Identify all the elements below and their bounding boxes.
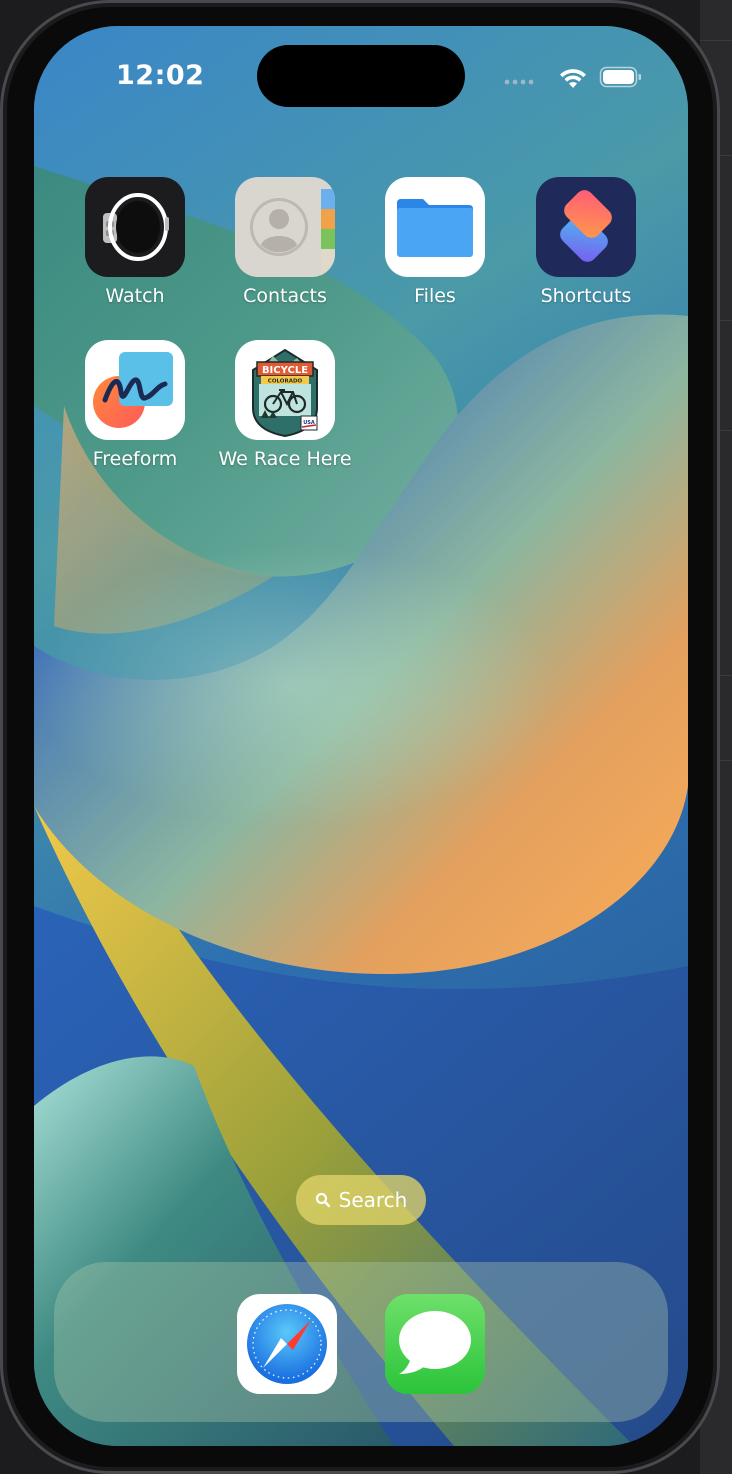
- app-label: Freeform: [92, 448, 178, 470]
- app-contacts[interactable]: Contacts: [210, 177, 360, 307]
- app-label: Contacts: [243, 285, 327, 307]
- dock: [54, 1262, 668, 1422]
- freeform-icon: [85, 340, 185, 440]
- app-files[interactable]: Files: [360, 177, 510, 307]
- home-screen: 12:02 Watch Contacts Files Shortcuts Fre…: [34, 26, 688, 1446]
- app-freeform[interactable]: Freeform: [60, 340, 210, 470]
- status-bar-icons: [504, 66, 641, 88]
- battery-icon: [599, 66, 641, 88]
- app-label: We Race Here: [218, 448, 352, 470]
- status-time: 12:02: [116, 60, 205, 91]
- bicycle-colorado-badge-icon: BICYCLE COLORADO USA: [235, 340, 335, 440]
- files-folder-icon: [385, 177, 485, 277]
- search-button[interactable]: Search: [296, 1175, 426, 1225]
- watch-icon: [85, 177, 185, 277]
- safari-compass-icon[interactable]: [237, 1294, 337, 1394]
- app-label: Files: [414, 285, 456, 307]
- dynamic-island: [257, 45, 465, 107]
- contacts-icon: [235, 177, 335, 277]
- messages-bubble-icon[interactable]: [385, 1294, 485, 1394]
- badge-banner-text: BICYCLE: [262, 365, 308, 376]
- search-label: Search: [338, 1188, 408, 1212]
- app-we-race-here[interactable]: BICYCLE COLORADO USA We Race Here: [210, 340, 360, 470]
- app-label: Watch: [105, 285, 165, 307]
- signal-dots-icon: [504, 79, 534, 85]
- badge-sub-text: COLORADO: [268, 379, 303, 385]
- app-watch[interactable]: Watch: [60, 177, 210, 307]
- iphone-frame: 12:02 Watch Contacts Files Shortcuts Fre…: [0, 0, 720, 1474]
- wifi-icon: [560, 69, 586, 88]
- app-label: Shortcuts: [540, 285, 632, 307]
- shortcuts-icon: [536, 177, 636, 277]
- search-icon: [315, 1192, 330, 1208]
- app-shortcuts[interactable]: Shortcuts: [511, 177, 661, 307]
